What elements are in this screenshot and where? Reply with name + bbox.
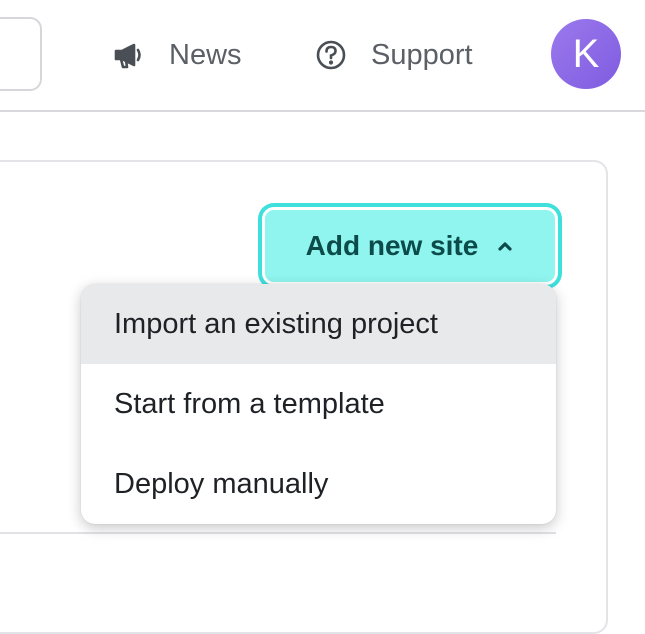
- search-input[interactable]: [0, 17, 42, 91]
- top-header: News Support K: [0, 0, 645, 112]
- add-new-site-button[interactable]: Add new site: [262, 207, 558, 285]
- user-avatar[interactable]: K: [551, 19, 621, 89]
- nav-link-support[interactable]: Support: [313, 30, 473, 80]
- nav-link-news[interactable]: News: [111, 30, 242, 80]
- menu-item-label: Import an existing project: [114, 307, 438, 340]
- card-divider: [0, 532, 556, 534]
- nav-support-label: Support: [371, 38, 473, 71]
- chevron-up-icon: [496, 237, 514, 255]
- add-new-site-label: Add new site: [305, 230, 479, 261]
- menu-item-label: Start from a template: [114, 387, 385, 420]
- menu-item-import-project[interactable]: Import an existing project: [81, 284, 556, 364]
- add-site-dropdown-menu: Import an existing project Start from a …: [81, 284, 556, 524]
- help-circle-icon: [313, 37, 349, 73]
- megaphone-icon: [111, 37, 147, 73]
- menu-item-label: Deploy manually: [114, 467, 329, 500]
- nav-news-label: News: [169, 38, 242, 71]
- menu-item-deploy-manually[interactable]: Deploy manually: [81, 444, 556, 524]
- avatar-initial: K: [572, 31, 600, 76]
- menu-item-start-from-template[interactable]: Start from a template: [81, 364, 556, 444]
